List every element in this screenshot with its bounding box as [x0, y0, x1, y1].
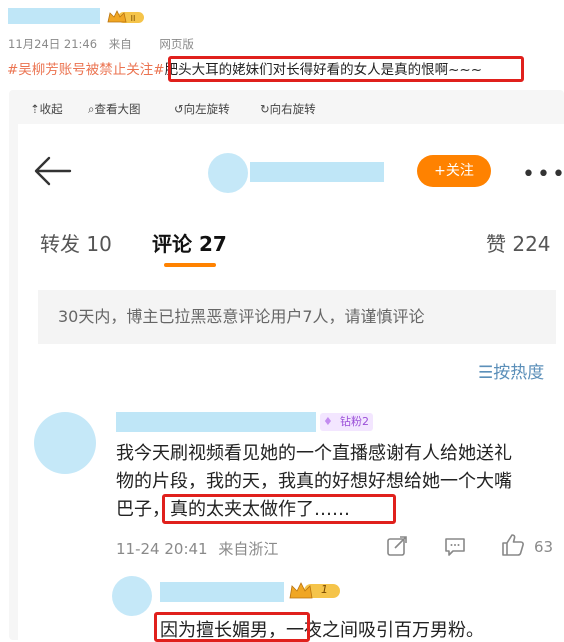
post-source: 来自 — [108, 37, 132, 51]
view-large-button[interactable]: ⌕查看大图 — [88, 101, 140, 117]
replier-avatar[interactable] — [112, 576, 152, 616]
highlight-box-comment — [162, 494, 396, 524]
tab-likes[interactable]: 赞 224 — [486, 228, 551, 257]
tab-comments[interactable]: 评论 27 — [152, 228, 227, 257]
back-arrow-icon[interactable] — [32, 154, 72, 192]
tab-reposts[interactable]: 转发 10 — [40, 228, 112, 257]
sort-by-hot[interactable]: ☰按热度 — [478, 358, 544, 383]
vip-crown-badge: II — [106, 9, 146, 25]
crown-icon: II — [107, 10, 144, 23]
hashtag-link[interactable]: #吴柳芳账号被禁止关注# — [7, 62, 165, 78]
diamond-icon: ♦ — [323, 415, 333, 428]
collapse-button[interactable]: ⇡收起 — [30, 101, 63, 117]
post-date: 11月24日 21:46 — [8, 37, 98, 51]
reply-icon[interactable] — [444, 536, 466, 562]
author-name-redacted[interactable] — [250, 162, 384, 182]
author-avatar[interactable] — [208, 153, 248, 193]
crown-icon — [289, 582, 340, 599]
post-meta: 11月24日 21:46 来自 网页版 — [8, 36, 194, 52]
post-platform: 网页版 — [159, 37, 194, 51]
rotate-right-icon: ↻ — [260, 102, 270, 116]
level-badge: 1 — [288, 580, 342, 602]
comment-timestamp: 11-24 20:41 — [116, 540, 208, 558]
highlight-box-reply — [154, 612, 310, 642]
svg-text:II: II — [131, 14, 136, 23]
share-icon[interactable] — [386, 535, 408, 561]
active-tab-underline — [164, 263, 216, 267]
username-redacted[interactable] — [8, 8, 100, 24]
like-count: 63 — [534, 538, 554, 556]
commenter-name-redacted[interactable] — [116, 412, 316, 432]
collapse-icon: ⇡ — [30, 102, 40, 116]
more-options-icon[interactable]: ••• — [522, 162, 564, 187]
comment-meta: 11-24 20:41 来自浙江 — [116, 538, 278, 559]
rotate-left-icon: ↺ — [174, 102, 184, 116]
like-thumb-icon[interactable] — [500, 532, 526, 562]
replier-name-redacted[interactable] — [160, 582, 284, 602]
comment-location: 来自浙江 — [218, 540, 279, 558]
comment-notice: 30天内，博主已拉黑恶意评论用户7人，请谨慎评论 — [38, 290, 556, 344]
commenter-avatar[interactable] — [34, 412, 96, 474]
follow-button[interactable]: +关注 — [417, 155, 491, 187]
highlight-box-post — [168, 56, 524, 82]
sort-icon: ☰ — [478, 363, 494, 383]
rotate-left-button[interactable]: ↺向左旋转 — [174, 101, 230, 117]
fan-badge: ♦ 钻粉2 — [320, 413, 373, 431]
rotate-right-button[interactable]: ↻向右旋转 — [260, 101, 316, 117]
